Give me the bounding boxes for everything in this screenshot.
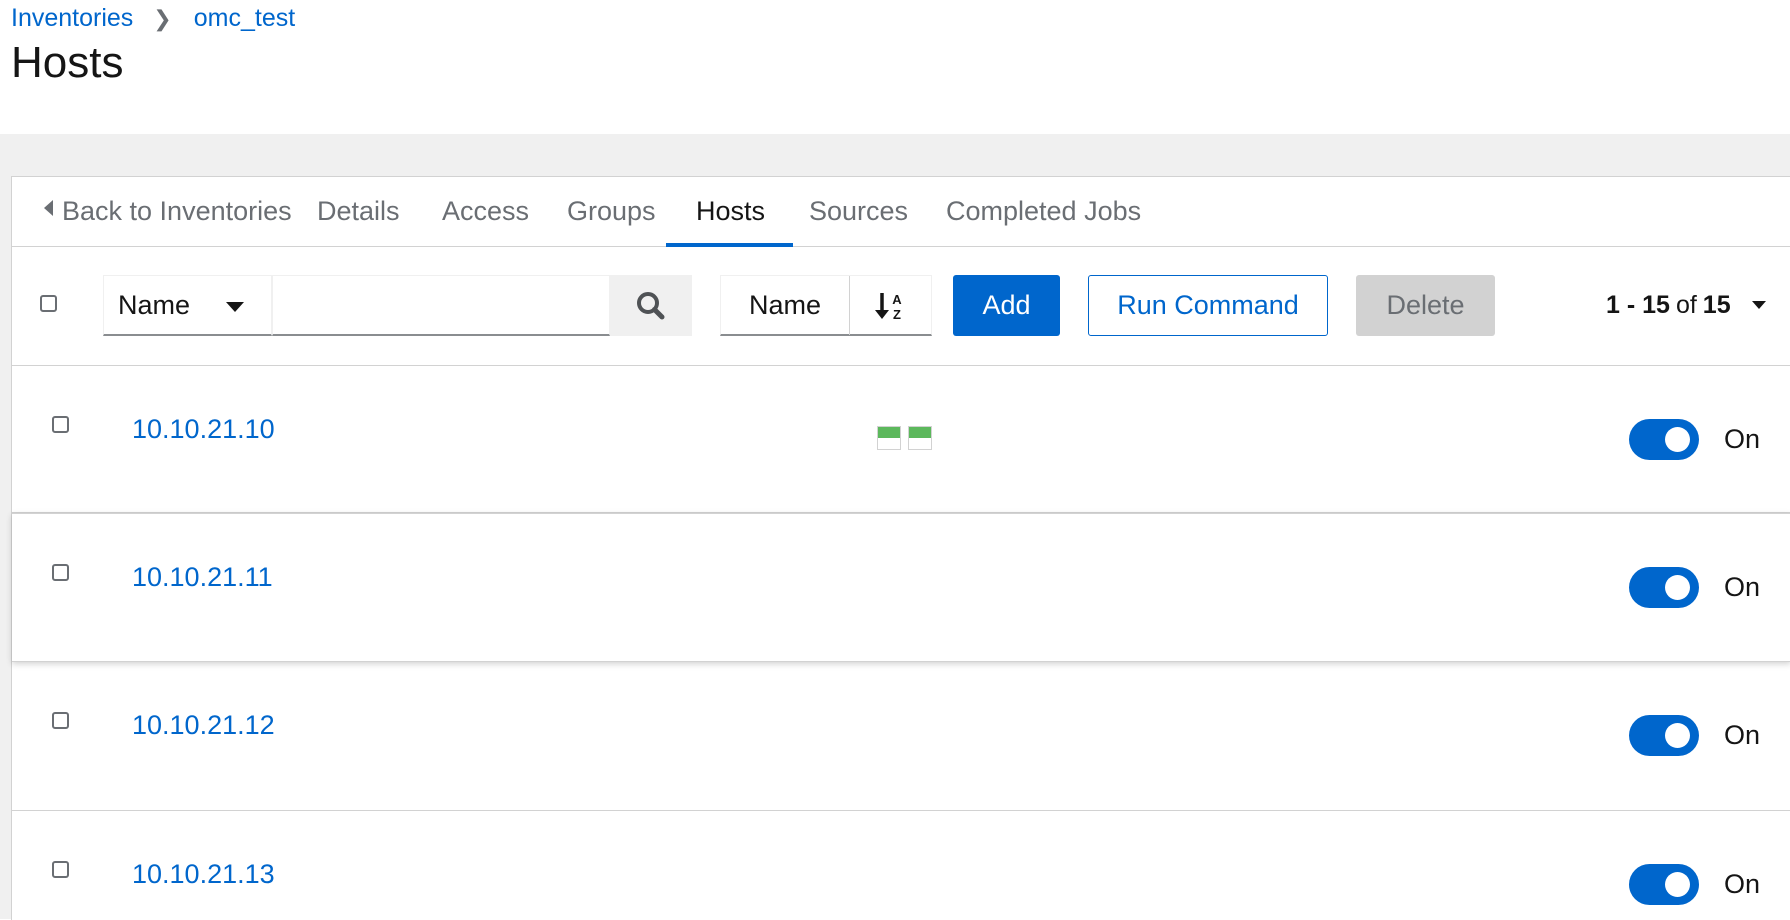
page-section-divider [0,134,1790,176]
tab-completed-jobs[interactable]: Completed Jobs [946,177,1141,246]
row-checkbox[interactable] [52,564,69,581]
pagination-of: of [1675,291,1697,319]
pagination-total: 15 [1702,291,1731,319]
job-success-icon[interactable] [877,426,901,450]
filter-field-select[interactable]: Name [103,275,272,336]
tab-label: Sources [809,196,909,226]
sort-order-button[interactable]: A Z [850,276,932,335]
tab-sources[interactable]: Sources [809,177,908,246]
breadcrumb-inventories-link[interactable]: Inventories [11,4,133,33]
toolbar: Name Name A Z Add Run Command Delete 1 -… [12,247,1790,366]
svg-text:Z: Z [893,307,901,322]
host-name-link[interactable]: 10.10.21.12 [132,710,275,741]
svg-text:A: A [892,292,902,307]
select-all-checkbox[interactable] [40,295,57,312]
search-icon [637,292,665,320]
host-name-link[interactable]: 10.10.21.13 [132,859,275,890]
row-checkbox[interactable] [52,416,69,433]
hosts-card: Back to Inventories Details Access Group… [11,176,1790,920]
pagination-toggle[interactable]: 1 - 15 of 15 [1606,275,1766,336]
breadcrumb: Inventories ❯ omc_test [11,4,295,33]
caret-left-icon [44,200,53,216]
tab-access[interactable]: Access [442,177,529,246]
breadcrumb-inventory-link[interactable]: omc_test [194,4,295,33]
page-gutter [0,176,11,919]
tab-label: Hosts [696,196,766,226]
run-command-button[interactable]: Run Command [1088,275,1328,336]
tab-details[interactable]: Details [317,177,400,246]
caret-down-icon [226,302,244,312]
tab-back-to-inventories[interactable]: Back to Inventories [44,177,292,246]
search-button[interactable] [610,275,692,336]
sort-control: Name A Z [720,275,932,336]
tab-bar: Back to Inventories Details Access Group… [12,177,1790,247]
table-row: 10.10.21.10 On [12,366,1790,513]
enabled-label: On [1724,869,1761,899]
enabled-label: On [1724,572,1761,602]
enabled-label: On [1724,424,1761,454]
sort-field-select[interactable]: Name [721,276,850,335]
add-button[interactable]: Add [953,275,1060,336]
host-name-link[interactable]: 10.10.21.10 [132,414,275,445]
table-row: 10.10.21.12 On [12,662,1790,811]
tab-label: Details [317,196,400,226]
tab-label: Access [442,196,530,226]
table-row: 10.10.21.11 On [12,513,1790,662]
search-input[interactable] [272,275,610,336]
enabled-label: On [1724,720,1761,750]
recent-jobs [877,426,932,450]
tab-label: Completed Jobs [946,196,1142,226]
enabled-toggle[interactable] [1629,864,1699,905]
job-success-icon[interactable] [908,426,932,450]
filter-field-label: Name [118,290,191,320]
caret-down-icon [1751,301,1766,309]
tab-groups[interactable]: Groups [567,177,656,246]
page-title: Hosts [11,38,124,87]
row-checkbox[interactable] [52,712,69,729]
page-header: Inventories ❯ omc_test Hosts [0,0,1790,134]
pagination-range: 1 - 15 [1606,291,1670,319]
tab-label: Groups [567,196,656,226]
host-name-link[interactable]: 10.10.21.11 [132,562,273,593]
table-row: 10.10.21.13 On [12,811,1790,920]
row-checkbox[interactable] [52,861,69,878]
enabled-toggle[interactable] [1629,567,1699,608]
sort-alpha-down-icon: A Z [875,292,902,322]
delete-button[interactable]: Delete [1356,275,1495,336]
enabled-toggle[interactable] [1629,419,1699,460]
enabled-toggle[interactable] [1629,715,1699,756]
tab-label: Back to Inventories [62,196,292,226]
breadcrumb-separator-icon: ❯ [153,5,172,31]
tab-hosts[interactable]: Hosts [665,177,794,247]
